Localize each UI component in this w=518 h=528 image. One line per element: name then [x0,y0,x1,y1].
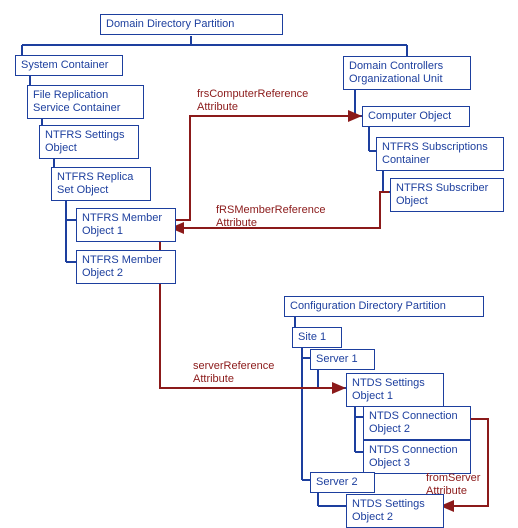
node-ntds-connection-object-2: NTDS Connection Object 2 [363,406,471,440]
label-frs-member-reference: fRSMemberReference Attribute [216,204,325,229]
node-ntfrs-replica-set-object: NTFRS Replica Set Object [51,167,151,201]
node-computer-object: Computer Object [362,106,470,127]
node-site-1: Site 1 [292,327,342,348]
node-file-replication-service-container: File Replication Service Container [27,85,144,119]
node-ntfrs-settings-object: NTFRS Settings Object [39,125,139,159]
node-configuration-directory-partition: Configuration Directory Partition [284,296,484,317]
node-ntds-connection-object-3: NTDS Connection Object 3 [363,440,471,474]
node-server-2: Server 2 [310,472,375,493]
label-server-reference: serverReference Attribute [193,360,274,385]
label-from-server: fromServer Attribute [426,472,480,497]
label-frs-computer-reference: frsComputerReference Attribute [197,88,308,113]
node-server-1: Server 1 [310,349,375,370]
node-ntds-settings-object-1: NTDS Settings Object 1 [346,373,444,407]
node-dc-ou: Domain Controllers Organizational Unit [343,56,471,90]
node-ntfrs-subscriber-object: NTFRS Subscriber Object [390,178,504,212]
node-ntfrs-member-object-2: NTFRS Member Object 2 [76,250,176,284]
node-ntfrs-subscriptions-container: NTFRS Subscriptions Container [376,137,504,171]
node-system-container: System Container [15,55,123,76]
node-domain-directory-partition: Domain Directory Partition [100,14,283,35]
node-ntfrs-member-object-1: NTFRS Member Object 1 [76,208,176,242]
node-ntds-settings-object-2: NTDS Settings Object 2 [346,494,444,528]
